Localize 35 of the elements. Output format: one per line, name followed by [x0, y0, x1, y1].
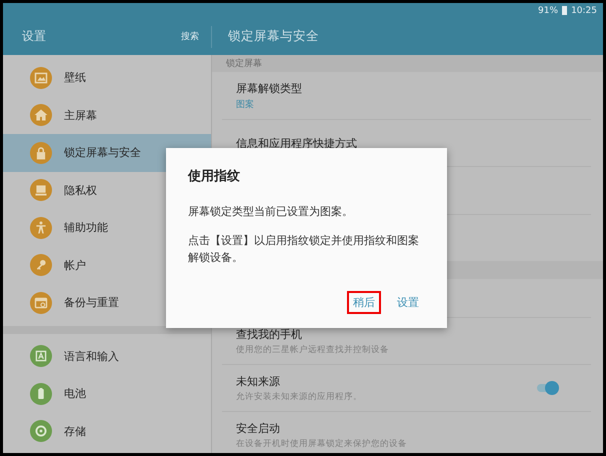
sidebar-item[interactable]: 存储	[3, 412, 211, 450]
storage-icon	[30, 420, 52, 442]
setting-title: 安全启动	[236, 420, 281, 436]
backup-icon	[30, 292, 52, 314]
dialog-message: 屏幕锁定类型当前已设置为图案。	[188, 204, 354, 220]
setting-title: 查找我的手机	[236, 326, 303, 342]
key-icon	[30, 254, 52, 276]
person-icon	[30, 216, 52, 239]
dialog-button[interactable]: 稍后	[347, 291, 381, 314]
section-header: 锁定屏幕	[212, 55, 603, 72]
sidebar-item[interactable]: 主屏幕	[3, 96, 211, 134]
setting-title: 未知来源	[236, 374, 281, 388]
battery-icon	[562, 6, 568, 15]
toggle-switch[interactable]	[535, 381, 559, 395]
page-title: 锁定屏幕与安全	[228, 28, 319, 45]
dialog-message: 点击【设置】以启用指纹锁定并使用指纹和图案解锁设备。	[188, 233, 420, 266]
dialog-button[interactable]: 设置	[391, 291, 425, 314]
setting-description: 在设备开机时使用屏幕锁定来保护您的设备	[236, 438, 408, 450]
sidebar-item[interactable]: 电池	[3, 375, 211, 412]
setting-description: 允许安装未知来源的应用程序。	[236, 390, 363, 402]
battery-percentage: 91%	[538, 6, 558, 16]
picture-icon	[30, 66, 52, 89]
app-title: 设置	[22, 28, 46, 45]
privacy-icon	[30, 179, 52, 202]
lock-icon	[30, 142, 52, 164]
search-button[interactable]: 搜索	[181, 30, 199, 43]
setting-value: 图案	[236, 98, 255, 110]
sidebar-item[interactable]: 语言和输入	[3, 338, 211, 375]
sidebar-item[interactable]: 壁纸	[3, 59, 211, 96]
battery-icon	[30, 382, 52, 405]
clock: 10:25	[571, 6, 597, 16]
sidebar-item[interactable]: 备份与重置	[3, 284, 211, 322]
home-icon	[30, 104, 52, 126]
letter-icon	[30, 345, 52, 368]
setting-title: 屏幕解锁类型	[236, 80, 303, 96]
